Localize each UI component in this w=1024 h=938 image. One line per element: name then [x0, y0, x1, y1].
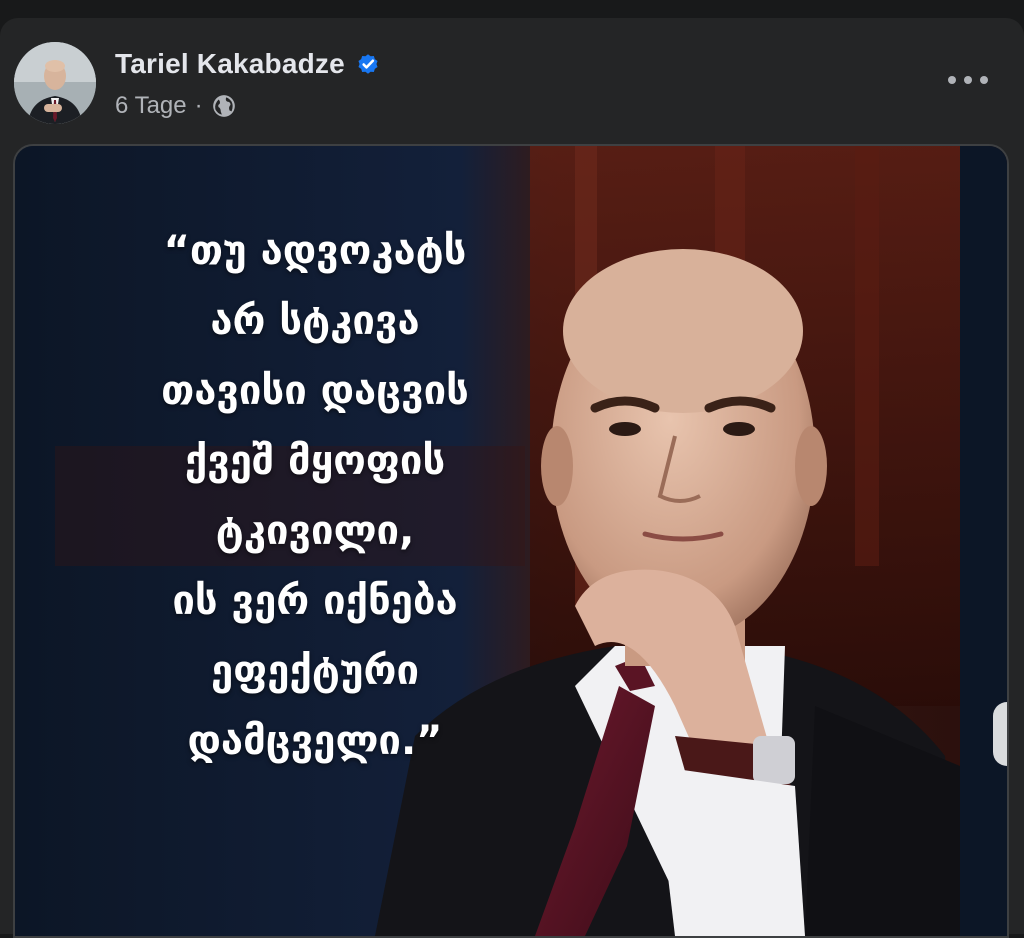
globe-icon[interactable] — [211, 93, 237, 119]
quote-text: “თუ ადვოკატს არ სტკივა თავისი დაცვის ქვე… — [161, 228, 469, 764]
post-card: Tariel Kakabadze 6 Tage · “თუ ადვოკატს ა… — [0, 18, 1024, 938]
author-name[interactable]: Tariel Kakabadze — [115, 48, 345, 80]
post-image[interactable]: “თუ ადვოკატს არ სტკივა თავისი დაცვის ქვე… — [13, 144, 1009, 938]
more-options-icon[interactable] — [948, 66, 988, 94]
meta-separator: · — [194, 92, 203, 119]
more-dot — [980, 76, 988, 84]
verified-badge-icon — [355, 51, 381, 77]
carousel-next-handle[interactable] — [993, 702, 1007, 766]
more-dot — [948, 76, 956, 84]
author-header: Tariel Kakabadze — [115, 48, 381, 80]
avatar-image — [14, 42, 96, 124]
post-timestamp[interactable]: 6 Tage — [115, 92, 187, 120]
more-dot — [964, 76, 972, 84]
post-meta: 6 Tage · — [115, 92, 237, 120]
author-avatar[interactable] — [14, 42, 96, 124]
